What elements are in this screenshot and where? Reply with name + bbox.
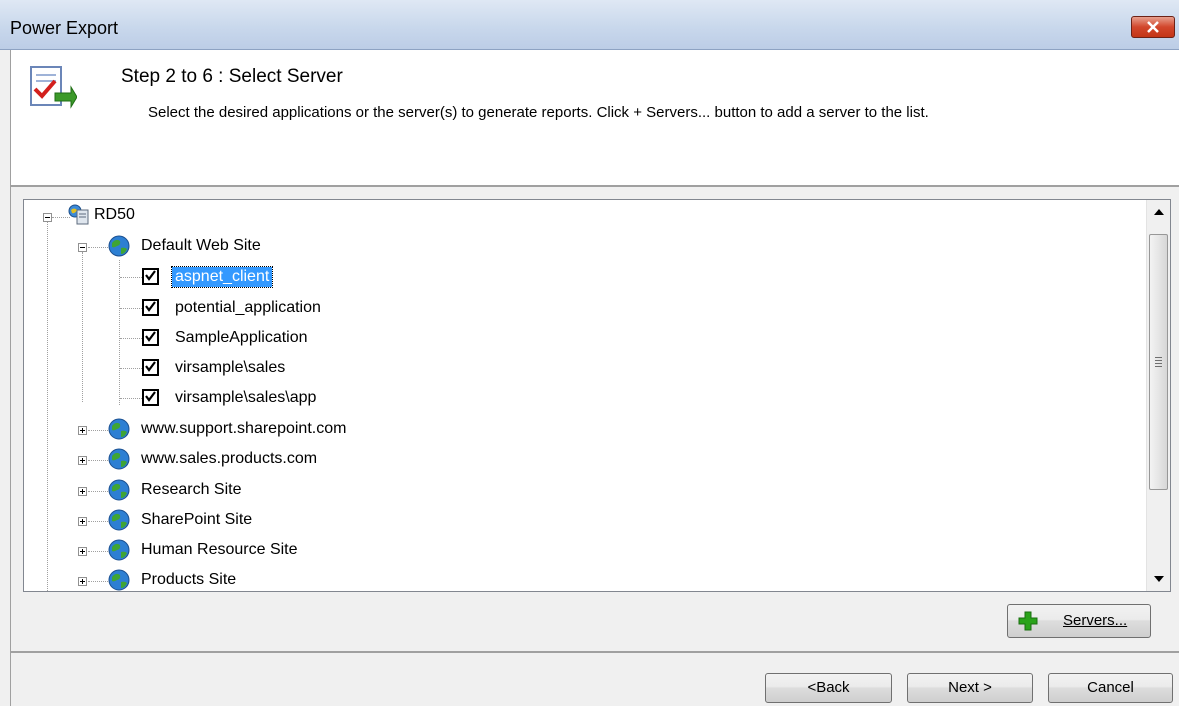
- footer-divider: [10, 651, 1179, 653]
- report-check-icon: [30, 66, 77, 109]
- application-label: aspnet_client: [170, 266, 274, 288]
- site-label: Research Site: [141, 481, 242, 498]
- site-label: www.sales.products.com: [141, 450, 318, 467]
- expand-toggle[interactable]: [78, 517, 87, 526]
- checkbox[interactable]: [142, 299, 159, 316]
- site-label: Products Site: [141, 571, 237, 588]
- back-button[interactable]: <Back: [765, 673, 892, 703]
- site-label: www.support.sharepoint.com: [141, 420, 347, 437]
- cancel-button-label: Cancel: [1087, 679, 1134, 696]
- server-tree[interactable]: RD50 Default Web Site aspnet_client pote…: [23, 199, 1171, 592]
- globe-icon: [108, 539, 130, 561]
- server-label: RD50: [94, 206, 135, 223]
- checkbox[interactable]: [142, 359, 159, 376]
- check-icon: [145, 301, 156, 312]
- site-label: Human Resource Site: [141, 541, 298, 558]
- application-label: virsample\sales: [175, 359, 286, 376]
- site-label: SharePoint Site: [141, 511, 253, 528]
- check-icon: [145, 391, 156, 402]
- servers-button-label: Servers...: [1063, 612, 1128, 629]
- scroll-up-button[interactable]: [1147, 200, 1170, 224]
- site-label: Default Web Site: [141, 237, 261, 254]
- globe-icon: [108, 569, 130, 591]
- vertical-scrollbar[interactable]: [1146, 200, 1170, 591]
- tree-node-application[interactable]: SampleApplication: [24, 323, 424, 353]
- globe-icon: [108, 418, 130, 440]
- tree-node-site[interactable]: Human Resource Site: [24, 536, 424, 566]
- check-icon: [145, 361, 156, 372]
- tree-node-default-web-site[interactable]: Default Web Site: [24, 232, 324, 262]
- checkbox[interactable]: [142, 389, 159, 406]
- globe-icon: [108, 235, 130, 257]
- server-icon: [68, 204, 89, 225]
- close-icon: [1147, 21, 1159, 33]
- expand-toggle[interactable]: [78, 547, 87, 556]
- application-label: SampleApplication: [175, 329, 308, 346]
- wizard-header: Step 2 to 6 : Select Server Select the d…: [10, 50, 1179, 185]
- tree-line: [88, 551, 108, 552]
- tree-rows: RD50 Default Web Site aspnet_client pote…: [24, 200, 1144, 591]
- tree-node-application[interactable]: virsample\sales\app: [24, 383, 424, 413]
- globe-icon: [108, 509, 130, 531]
- tree-node-application[interactable]: potential_application: [24, 293, 424, 323]
- step-description: Select the desired applications or the s…: [148, 104, 929, 121]
- tree-node-site[interactable]: Products Site: [24, 566, 424, 591]
- window-title: Power Export: [10, 18, 119, 38]
- expand-toggle[interactable]: [78, 456, 87, 465]
- next-button-label: Next >: [948, 679, 992, 696]
- collapse-toggle[interactable]: [43, 213, 52, 222]
- collapse-toggle[interactable]: [78, 243, 87, 252]
- tree-line: [88, 581, 108, 582]
- arrow-down-icon: [1154, 576, 1164, 582]
- tree-node-server[interactable]: RD50: [24, 202, 324, 232]
- tree-node-application[interactable]: virsample\sales: [24, 353, 424, 383]
- expand-toggle[interactable]: [78, 426, 87, 435]
- checkbox[interactable]: [142, 329, 159, 346]
- cancel-button[interactable]: Cancel: [1048, 673, 1173, 703]
- scroll-down-button[interactable]: [1147, 567, 1170, 591]
- step-title: Step 2 to 6 : Select Server: [121, 66, 343, 87]
- check-icon: [145, 270, 156, 281]
- tree-node-site[interactable]: www.support.sharepoint.com: [24, 415, 424, 445]
- tree-line: [88, 521, 108, 522]
- expand-toggle[interactable]: [78, 577, 87, 586]
- tree-line: [88, 460, 108, 461]
- tree-line: [88, 430, 108, 431]
- title-bar: Power Export: [0, 0, 1179, 50]
- globe-icon: [108, 448, 130, 470]
- back-button-label: <Back: [807, 679, 850, 696]
- globe-icon: [108, 479, 130, 501]
- close-button[interactable]: [1131, 16, 1175, 38]
- checkbox[interactable]: [142, 268, 159, 285]
- application-label: virsample\sales\app: [175, 389, 317, 406]
- next-button[interactable]: Next >: [907, 673, 1033, 703]
- scroll-thumb[interactable]: [1149, 234, 1168, 490]
- tree-node-site[interactable]: SharePoint Site: [24, 506, 424, 536]
- grip-icon: [1155, 357, 1162, 369]
- tree-line: [88, 491, 108, 492]
- tree-node-site[interactable]: www.sales.products.com: [24, 445, 424, 475]
- check-icon: [145, 331, 156, 342]
- plus-icon: [1018, 611, 1038, 631]
- arrow-up-icon: [1154, 209, 1164, 215]
- application-label: potential_application: [175, 299, 321, 316]
- add-servers-button[interactable]: Servers...: [1007, 604, 1151, 638]
- tree-node-application[interactable]: aspnet_client: [24, 262, 424, 292]
- expand-toggle[interactable]: [78, 487, 87, 496]
- tree-node-site[interactable]: Research Site: [24, 476, 424, 506]
